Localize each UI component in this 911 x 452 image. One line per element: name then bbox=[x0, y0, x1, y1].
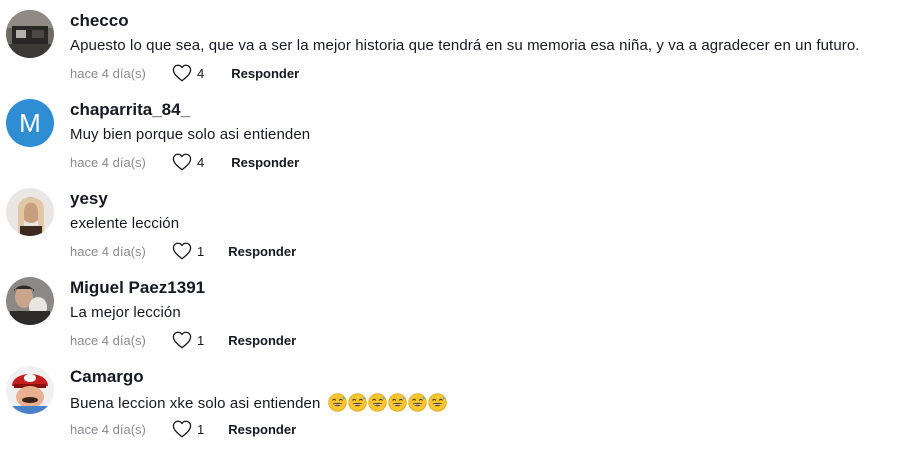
comment-time: hace 4 día(s) bbox=[70, 421, 146, 437]
comment-username[interactable]: yesy bbox=[70, 189, 108, 209]
comment-text: exelente lección bbox=[70, 215, 180, 232]
comment-text: Buena leccion xke solo asi entienden bbox=[70, 393, 448, 412]
comment-text: La mejor lección bbox=[70, 304, 181, 321]
like-button[interactable]: 1 bbox=[172, 331, 204, 349]
heart-icon bbox=[172, 153, 192, 171]
grinning-sweat-emoji bbox=[328, 393, 347, 412]
emoji-group bbox=[328, 393, 448, 412]
grinning-sweat-emoji bbox=[428, 393, 447, 412]
avatar-photo bbox=[6, 10, 54, 58]
avatar[interactable] bbox=[6, 188, 54, 236]
heart-icon bbox=[172, 420, 192, 438]
heart-icon bbox=[172, 242, 192, 260]
like-button[interactable]: 4 bbox=[172, 64, 204, 82]
comment-meta: hace 4 día(s) 1 Responder bbox=[70, 331, 296, 349]
like-count: 1 bbox=[197, 243, 205, 259]
comment-username[interactable]: chaparrita_84_ bbox=[70, 100, 190, 120]
avatar-photo bbox=[6, 366, 54, 414]
comment-text: Apuesto lo que sea, que va a ser la mejo… bbox=[70, 37, 860, 54]
comment-username[interactable]: Miguel Paez1391 bbox=[70, 278, 205, 298]
reply-button[interactable]: Responder bbox=[231, 155, 299, 170]
comment-text: Muy bien porque solo asi entienden bbox=[70, 126, 311, 143]
comment-time: hace 4 día(s) bbox=[70, 154, 146, 170]
avatar-letter: M bbox=[19, 107, 41, 138]
reply-button[interactable]: Responder bbox=[231, 66, 299, 81]
avatar-photo bbox=[6, 277, 54, 325]
reply-button[interactable]: Responder bbox=[228, 422, 296, 437]
comment-time: hace 4 día(s) bbox=[70, 332, 146, 348]
like-count: 1 bbox=[197, 421, 205, 437]
grinning-sweat-emoji bbox=[388, 393, 407, 412]
avatar[interactable] bbox=[6, 10, 54, 58]
comment-item: M chaparrita_84_ Muy bien porque solo as… bbox=[0, 89, 911, 178]
comment-item: Camargo Buena leccion xke solo asi entie… bbox=[0, 356, 911, 445]
comment-username[interactable]: Camargo bbox=[70, 367, 144, 387]
heart-icon bbox=[172, 64, 192, 82]
avatar[interactable]: M bbox=[6, 99, 54, 147]
comment-item: Miguel Paez1391 La mejor lección hace 4 … bbox=[0, 267, 911, 356]
comment-username[interactable]: checco bbox=[70, 11, 129, 31]
like-count: 4 bbox=[197, 154, 205, 170]
avatar-photo bbox=[6, 188, 54, 236]
like-count: 4 bbox=[197, 65, 205, 81]
comment-meta: hace 4 día(s) 1 Responder bbox=[70, 242, 296, 260]
avatar[interactable] bbox=[6, 366, 54, 414]
comment-text-body: Buena leccion xke solo asi entienden bbox=[70, 395, 321, 412]
like-count: 1 bbox=[197, 332, 205, 348]
comment-meta: hace 4 día(s) 4 Responder bbox=[70, 153, 299, 171]
comment-time: hace 4 día(s) bbox=[70, 243, 146, 259]
reply-button[interactable]: Responder bbox=[228, 244, 296, 259]
grinning-sweat-emoji bbox=[368, 393, 387, 412]
comment-meta: hace 4 día(s) 4 Responder bbox=[70, 64, 299, 82]
comment-list: checco Apuesto lo que sea, que va a ser … bbox=[0, 0, 911, 452]
avatar[interactable] bbox=[6, 277, 54, 325]
like-button[interactable]: 1 bbox=[172, 242, 204, 260]
like-button[interactable]: 4 bbox=[172, 153, 204, 171]
grinning-sweat-emoji bbox=[408, 393, 427, 412]
comment-item: checco Apuesto lo que sea, que va a ser … bbox=[0, 0, 911, 89]
heart-icon bbox=[172, 331, 192, 349]
grinning-sweat-emoji bbox=[348, 393, 367, 412]
like-button[interactable]: 1 bbox=[172, 420, 204, 438]
comment-time: hace 4 día(s) bbox=[70, 65, 146, 81]
comment-meta: hace 4 día(s) 1 Responder bbox=[70, 420, 296, 438]
reply-button[interactable]: Responder bbox=[228, 333, 296, 348]
comment-item: yesy exelente lección hace 4 día(s) 1 Re… bbox=[0, 178, 911, 267]
